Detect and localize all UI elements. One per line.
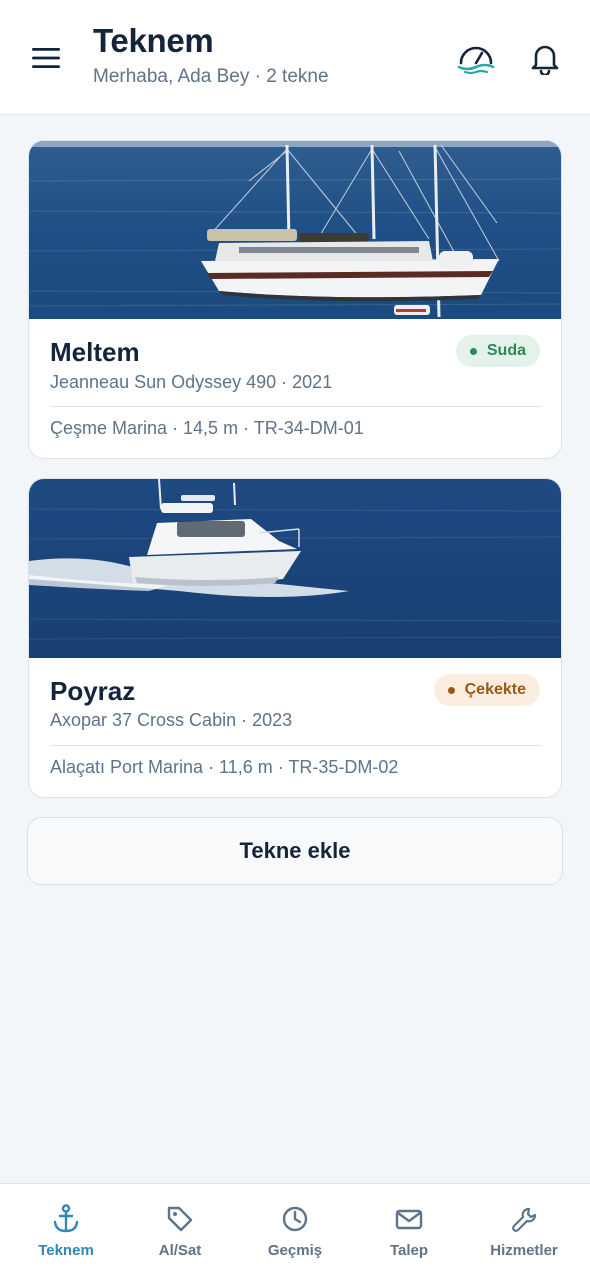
tab-gecmis[interactable]: Geçmiş: [236, 1184, 354, 1279]
motorboat-photo: [29, 479, 561, 658]
gauge-button[interactable]: [454, 36, 498, 80]
tab-label: Hizmetler: [490, 1242, 558, 1259]
boat-location-details: Çeşme Marina · 14,5 m · TR-34-DM-01: [50, 418, 364, 438]
boat-model: Axopar 37 Cross Cabin · 2023: [50, 710, 293, 730]
status-badge: Çekekte: [433, 674, 540, 706]
tab-label: Geçmiş: [267, 1242, 323, 1259]
page-title: Teknem: [93, 22, 214, 59]
notifications-button[interactable]: [523, 36, 567, 80]
status-dot-icon: [469, 347, 477, 355]
greeting-subtitle: Merhaba, Ada Bey · 2 tekne: [93, 66, 329, 87]
status-dot-icon: [447, 686, 455, 694]
boat-card[interactable]: Meltem Suda Jeanneau Sun Odyssey 490 · 2…: [28, 140, 562, 459]
status-label: Çekekte: [464, 681, 526, 698]
boat-location-details: Alaçatı Port Marina · 11,6 m · TR-35-DM-…: [50, 757, 399, 777]
status-label: Suda: [486, 342, 526, 359]
app-header: Teknem Merhaba, Ada Bey · 2 tekne: [0, 0, 590, 115]
tab-hizmetler[interactable]: Hizmetler: [465, 1184, 583, 1279]
anchor-icon: [53, 1204, 79, 1233]
boat-name: Meltem: [50, 337, 140, 367]
gauge-icon: [457, 46, 495, 75]
tab-talep[interactable]: Talep: [350, 1184, 468, 1279]
divider: [50, 406, 541, 407]
bell-icon: [531, 45, 559, 75]
tab-label: Teknem: [38, 1242, 94, 1259]
boat-model: Jeanneau Sun Odyssey 490 · 2021: [50, 372, 333, 392]
clock-icon: [282, 1206, 308, 1232]
bottom-tab-bar: Teknem Al/Sat Geçmiş Talep Hizmetler: [0, 1183, 590, 1279]
divider: [50, 745, 541, 746]
boat-card[interactable]: Poyraz Çekekte Axopar 37 Cross Cabin · 2…: [28, 478, 562, 798]
tab-al-sat[interactable]: Al/Sat: [121, 1184, 239, 1279]
wrench-icon: [512, 1207, 537, 1232]
mail-icon: [395, 1209, 423, 1230]
tab-label: Al/Sat: [158, 1242, 202, 1259]
status-badge: Suda: [455, 335, 540, 367]
menu-button[interactable]: [26, 38, 66, 78]
sailboat-photo: [29, 141, 561, 319]
boat-name: Poyraz: [50, 676, 136, 706]
menu-icon: [32, 48, 60, 68]
add-boat-button[interactable]: Tekne ekle: [27, 817, 563, 885]
tag-icon: [167, 1206, 193, 1232]
tab-teknem[interactable]: Teknem: [7, 1184, 125, 1279]
tab-label: Talep: [389, 1242, 429, 1259]
